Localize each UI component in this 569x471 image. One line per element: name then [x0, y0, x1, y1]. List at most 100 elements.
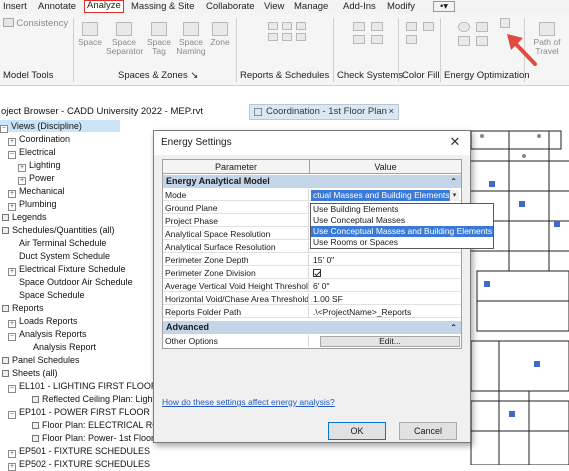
space-separator-button[interactable]: Space Separator — [106, 22, 143, 56]
view-tab-coordination[interactable]: Coordination - 1st Floor Plan × — [249, 104, 399, 120]
param-mode: Mode — [163, 189, 309, 201]
panel-label-energy-optimization: Energy Optimization — [444, 70, 530, 81]
zone-division-checkbox[interactable] — [313, 269, 321, 277]
expand-icon[interactable]: + — [18, 177, 26, 185]
collapse-icon[interactable]: − — [8, 385, 16, 393]
energy-settings-launcher[interactable] — [499, 18, 511, 30]
tree-item-electrical[interactable]: − Electrical — [8, 146, 56, 159]
tree-item-mechanical[interactable]: + Mechanical — [8, 185, 65, 198]
option-use-building-elements[interactable]: Use Building Elements — [311, 204, 493, 215]
tab-addins[interactable]: Add-Ins — [343, 1, 376, 13]
zone-icon — [212, 22, 228, 36]
tree-item-space-outdoor-air[interactable]: Space Outdoor Air Schedule — [19, 276, 133, 288]
space-tag-label: Space Tag — [146, 37, 172, 56]
ribbon-options-dropdown[interactable]: •▾ — [433, 1, 455, 12]
tab-analyze[interactable]: Analyze — [84, 0, 124, 13]
reports-schedules-tools[interactable] — [262, 22, 312, 41]
expand-icon[interactable]: + — [8, 190, 16, 198]
space-tag-button[interactable]: Space Tag — [146, 22, 172, 56]
floor-plan-icon — [254, 108, 262, 116]
expand-icon[interactable]: + — [8, 450, 16, 458]
tab-modify[interactable]: Modify — [387, 1, 415, 13]
cancel-button[interactable]: Cancel — [399, 422, 457, 440]
tree-item-views[interactable]: − Views (Discipline) — [0, 120, 120, 133]
project-browser-title: oject Browser - CADD University 2022 - M… — [1, 106, 204, 117]
tab-annotate[interactable]: Annotate — [38, 1, 76, 13]
tab-collaborate[interactable]: Collaborate — [206, 1, 255, 13]
dialog-title: Energy Settings — [154, 131, 470, 155]
value-void-height[interactable]: 6' 0" — [310, 280, 461, 292]
value-zone-depth[interactable]: 15' 0" — [310, 254, 461, 266]
option-use-conceptual-masses-and-building-elements[interactable]: Use Conceptual Masses and Building Eleme… — [311, 226, 493, 237]
expand-icon[interactable]: + — [8, 203, 16, 211]
tree-item-loads-reports[interactable]: + Loads Reports — [8, 315, 78, 328]
collapse-icon[interactable]: − — [8, 411, 16, 419]
collapse-icon[interactable]: ⌃ — [450, 175, 457, 188]
tree-item-duct-system-schedule[interactable]: Duct System Schedule — [19, 250, 110, 262]
tree-item-el101[interactable]: − EL101 - LIGHTING FIRST FLOOR PLA — [8, 380, 177, 393]
help-link[interactable]: How do these settings affect energy anal… — [162, 397, 335, 407]
schedule-icon — [295, 33, 306, 41]
close-icon[interactable]: ✕ — [448, 135, 462, 149]
tree-item-electrical-fixture-schedule[interactable]: + Electrical Fixture Schedule — [8, 263, 126, 276]
expand-icon[interactable]: + — [18, 164, 26, 172]
tab-massing-site[interactable]: Massing & Site — [131, 1, 194, 13]
tree-item-fp-power[interactable]: Floor Plan: Power- 1st Floor — [32, 432, 154, 444]
collapse-icon[interactable]: − — [8, 151, 16, 159]
tree-item-fp-electrical[interactable]: Floor Plan: ELECTRICAL ROO — [32, 419, 166, 431]
row-mode: Mode ctual Masses and Building Elements … — [163, 189, 461, 201]
tab-insert[interactable]: Insert — [3, 1, 27, 13]
collapse-icon[interactable]: − — [8, 333, 16, 341]
check-pipe-icon — [371, 22, 383, 31]
expand-icon[interactable]: + — [8, 268, 16, 276]
collapse-icon[interactable]: ⌃ — [450, 321, 457, 334]
tree-item-analysis-report[interactable]: Analysis Report — [33, 341, 96, 353]
tree-item-rcp-light[interactable]: Reflected Ceiling Plan: Light — [32, 393, 155, 405]
option-use-conceptual-masses[interactable]: Use Conceptual Masses — [311, 215, 493, 226]
chevron-down-icon[interactable]: ▾ — [449, 190, 459, 201]
energy-optimize-icon — [476, 22, 488, 32]
collapse-icon[interactable]: − — [0, 125, 8, 133]
tab-manage[interactable]: Manage — [294, 1, 328, 13]
option-use-rooms-or-spaces[interactable]: Use Rooms or Spaces — [311, 237, 493, 248]
view-icon — [32, 396, 39, 403]
value-void-area[interactable]: 1.00 SF — [310, 293, 461, 305]
tab-view[interactable]: View — [264, 1, 284, 13]
tree-item-coordination[interactable]: + Coordination — [8, 133, 70, 146]
ok-button[interactable]: OK — [328, 422, 386, 440]
value-reports-path[interactable]: .\<ProjectName>_Reports — [310, 306, 461, 318]
view-tab-close-icon[interactable]: × — [388, 105, 394, 119]
edit-button[interactable]: Edit... — [320, 336, 460, 347]
tree-item-air-terminal-schedule[interactable]: Air Terminal Schedule — [19, 237, 106, 249]
tree-item-sheets[interactable]: Sheets (all) — [2, 367, 58, 379]
tree-item-ep501[interactable]: + EP501 - FIXTURE SCHEDULES — [8, 445, 150, 458]
zone-button[interactable]: Zone — [208, 22, 232, 47]
tree-item-lighting[interactable]: + Lighting — [18, 159, 61, 172]
tree-item-power[interactable]: + Power — [18, 172, 55, 185]
tree-item-panel-schedules[interactable]: Panel Schedules — [2, 354, 80, 366]
tree-item-schedules[interactable]: Schedules/Quantities (all) — [2, 224, 115, 236]
check-systems-tools[interactable] — [344, 22, 394, 44]
expand-icon[interactable]: + — [8, 463, 16, 471]
tree-item-space-schedule[interactable]: Space Schedule — [19, 289, 85, 301]
energy-optimization-tools[interactable] — [452, 22, 496, 46]
tree-item-ep502[interactable]: + EP502 - FIXTURE SCHEDULES — [8, 458, 150, 471]
color-fill-tools[interactable] — [404, 22, 438, 44]
tree-item-legends[interactable]: Legends — [2, 211, 47, 223]
expand-icon[interactable]: + — [8, 138, 16, 146]
expand-icon[interactable]: + — [8, 320, 16, 328]
tree-item-reports[interactable]: Reports — [2, 302, 44, 314]
consistency-button[interactable]: Consistency — [3, 18, 73, 28]
value-zone-division — [310, 267, 461, 279]
space-naming-label: Space Naming — [176, 37, 206, 56]
tree-item-ep101[interactable]: − EP101 - POWER FIRST FLOOR PLAN — [8, 406, 176, 419]
tree-item-plumbing[interactable]: + Plumbing — [8, 198, 57, 211]
view-tab-label: Coordination - 1st Floor Plan — [266, 106, 387, 117]
space-naming-button[interactable]: Space Naming — [174, 22, 208, 56]
mode-select[interactable]: ctual Masses and Building Elements ▾ — [311, 190, 459, 201]
category-energy-analytical-model[interactable]: Energy Analytical Model ⌃ — [163, 175, 461, 188]
tree-item-analysis-reports[interactable]: − Analysis Reports — [8, 328, 87, 341]
category-advanced[interactable]: Advanced ⌃ — [163, 321, 461, 334]
space-naming-icon — [183, 22, 199, 36]
space-button[interactable]: Space — [76, 22, 104, 47]
